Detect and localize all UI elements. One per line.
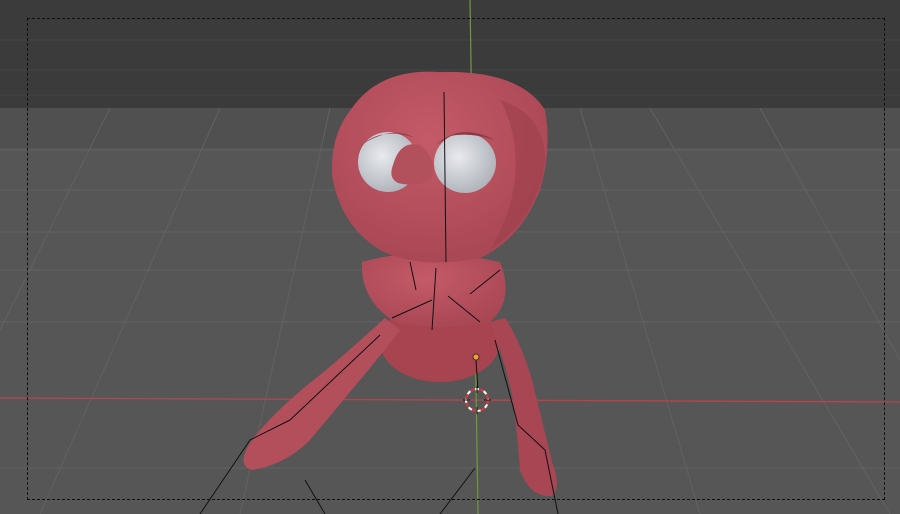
3d-viewport[interactable] [0,0,900,514]
camera-frame-border [27,18,885,500]
